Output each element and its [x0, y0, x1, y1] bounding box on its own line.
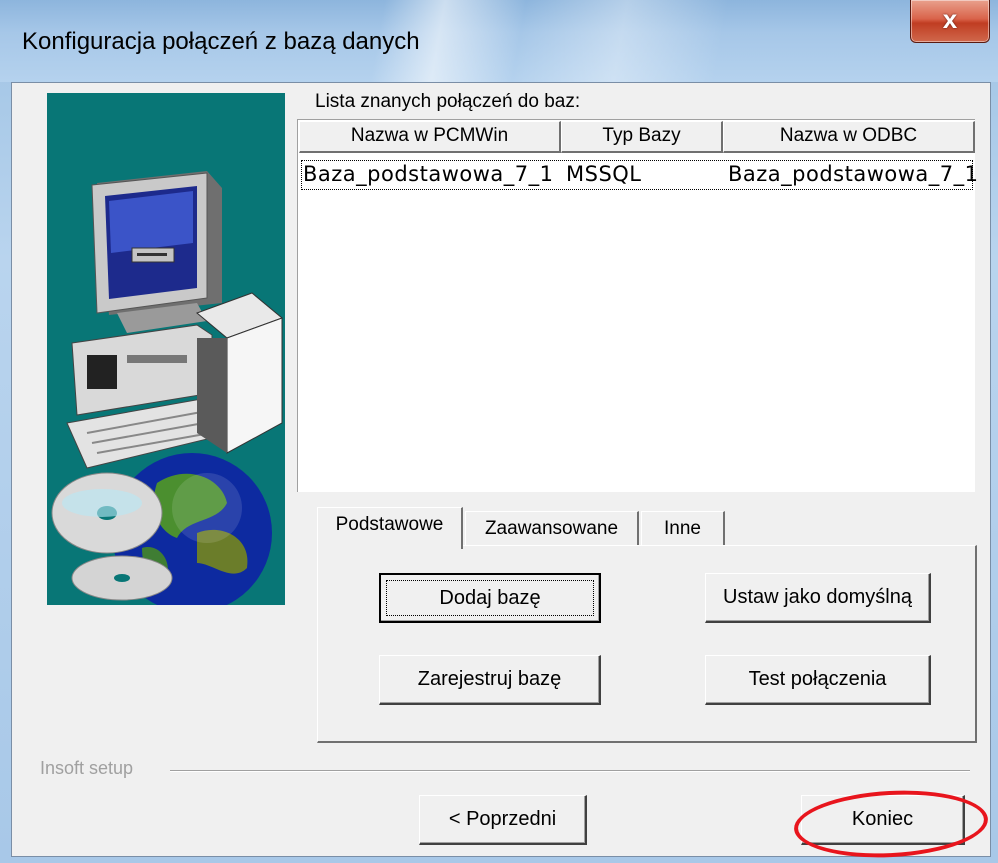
window-title: Konfiguracja połączeń z bazą danych: [22, 28, 420, 55]
cell-pcmwin-name: Baza_podstawowa_7_1: [303, 162, 554, 186]
group-divider: [170, 770, 970, 772]
connections-list-label: Lista znanych połączeń do baz:: [315, 91, 581, 112]
title-bar[interactable]: Konfiguracja połączeń z bazą danych x: [0, 0, 998, 82]
focus-rectangle: [386, 580, 594, 616]
connections-list[interactable]: Nazwa w PCMWin Typ Bazy Nazwa w ODBC Baz…: [297, 119, 978, 492]
column-header-db-type[interactable]: Typ Bazy: [561, 121, 723, 153]
column-header-pcmwin-name[interactable]: Nazwa w PCMWin: [299, 121, 561, 153]
register-database-button[interactable]: Zarejestruj bazę: [379, 655, 601, 705]
dialog-client-area: Lista znanych połączeń do baz: Nazwa w P…: [11, 82, 991, 863]
tab-inne[interactable]: Inne: [641, 511, 725, 547]
close-button[interactable]: x: [910, 0, 990, 43]
computer-illustration: [51, 171, 283, 613]
set-default-button[interactable]: Ustaw jako domyślną: [705, 573, 931, 623]
cell-db-type: MSSQL: [566, 162, 642, 186]
column-header-odbc-name[interactable]: Nazwa w ODBC: [723, 121, 975, 153]
cell-odbc-name: Baza_podstawowa_7_1: [728, 162, 979, 186]
add-database-button[interactable]: Dodaj bazę: [379, 573, 601, 623]
dialog-window: Konfiguracja połączeń z bazą danych x Li…: [0, 0, 998, 863]
group-label: Insoft setup: [40, 758, 134, 778]
wizard-illustration: [47, 93, 285, 613]
back-button[interactable]: < Poprzedni: [419, 795, 587, 845]
close-icon: x: [942, 4, 958, 34]
finish-button[interactable]: Koniec: [801, 795, 965, 845]
test-connection-button[interactable]: Test połączenia: [705, 655, 931, 705]
tab-zaawansowane[interactable]: Zaawansowane: [465, 511, 639, 547]
tab-podstawowe[interactable]: Podstawowe: [317, 507, 463, 549]
